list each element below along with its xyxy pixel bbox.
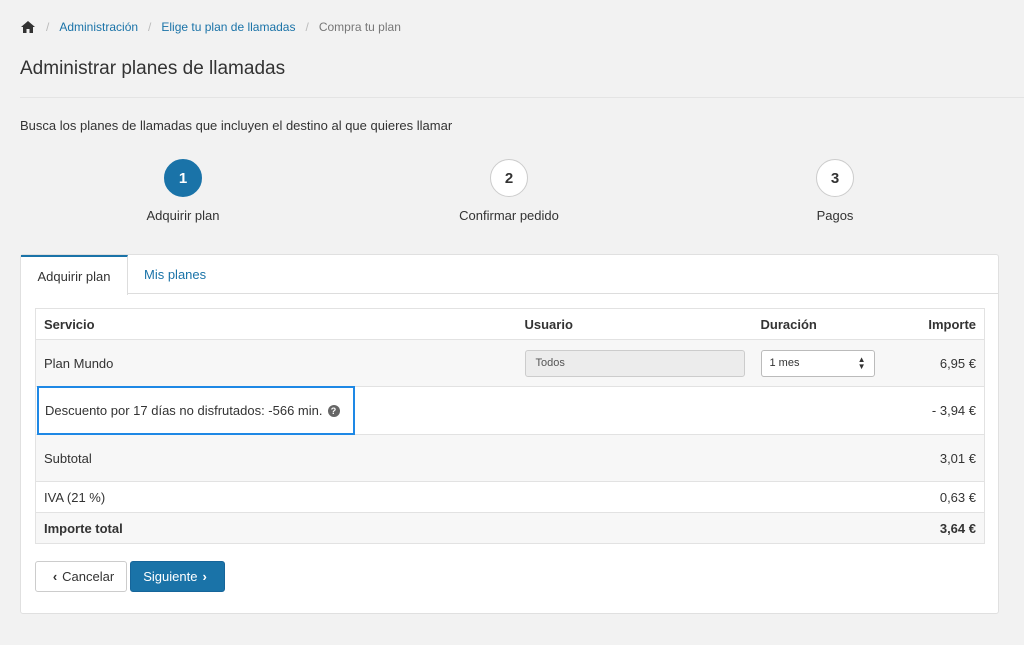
header-duracion: Duración — [752, 308, 883, 340]
iva-label: IVA (21 %) — [35, 481, 883, 513]
step-3: 3 Pagos — [745, 159, 925, 223]
home-icon[interactable] — [20, 20, 36, 34]
question-circle-icon[interactable]: ? — [327, 404, 340, 417]
user-field-value: Todos — [535, 357, 565, 369]
discount-highlight: Descuento por 17 días no disfrutados: -5… — [37, 386, 355, 435]
breadcrumb-separator: / — [148, 20, 152, 34]
step-3-label: Pagos — [816, 208, 854, 223]
table-row: Descuento por 17 días no disfrutados: -5… — [35, 386, 985, 435]
duration-select[interactable]: 1 mes ▲ ▼ — [760, 349, 875, 377]
breadcrumb-elige-plan[interactable]: Elige tu plan de llamadas — [161, 20, 295, 34]
header-servicio: Servicio — [35, 308, 517, 340]
step-2-label: Confirmar pedido — [459, 208, 559, 223]
cancel-button[interactable]: ‹ Cancelar — [35, 561, 127, 592]
subtotal-importe: 3,01 € — [882, 434, 985, 482]
step-2: 2 Confirmar pedido — [419, 159, 599, 223]
plan-table: Servicio Usuario Duración Importe Plan M… — [35, 308, 985, 544]
table-row: Subtotal 3,01 € — [35, 434, 985, 482]
step-1-label: Adquirir plan — [146, 208, 220, 223]
iva-importe: 0,63 € — [882, 481, 985, 513]
step-3-circle: 3 — [816, 159, 854, 197]
user-field: Todos — [524, 349, 745, 377]
tab-bar: Adquirir plan Mis planes — [21, 255, 998, 295]
chevron-left-icon: ‹ — [52, 569, 58, 584]
step-1: 1 Adquirir plan — [93, 159, 273, 223]
chevron-right-icon: › — [202, 569, 207, 584]
breadcrumb-administracion[interactable]: Administración — [59, 20, 138, 34]
table-header-row: Servicio Usuario Duración Importe — [35, 308, 985, 340]
breadcrumb: / Administración / Elige tu plan de llam… — [20, 17, 401, 37]
plan-name: Plan Mundo — [35, 339, 517, 387]
breadcrumb-separator: / — [305, 20, 309, 34]
title-divider — [20, 97, 1024, 98]
breadcrumb-separator: / — [46, 20, 50, 34]
step-1-circle: 1 — [164, 159, 202, 197]
table-row: IVA (21 %) 0,63 € — [35, 481, 985, 513]
tab-adquirir-plan[interactable]: Adquirir plan — [21, 255, 128, 295]
intro-text: Busca los planes de llamadas que incluye… — [20, 118, 453, 133]
breadcrumb-current: Compra tu plan — [318, 20, 401, 34]
plan-panel: Adquirir plan Mis planes Servicio Usuari… — [20, 254, 999, 614]
subtotal-label: Subtotal — [35, 434, 883, 482]
discount-importe: - 3,94 € — [882, 386, 985, 435]
tab-mis-planes[interactable]: Mis planes — [130, 255, 220, 294]
table-row: Importe total 3,64 € — [35, 512, 985, 544]
table-row: Plan Mundo Todos 1 mes ▲ ▼ 6,95 € — [35, 339, 985, 387]
header-importe: Importe — [882, 308, 985, 340]
select-arrows-icon: ▲ ▼ — [857, 355, 866, 371]
cancel-label: Cancelar — [62, 569, 115, 584]
next-label: Siguiente — [143, 569, 198, 584]
page-title: Administrar planes de llamadas — [20, 58, 286, 79]
duration-value: 1 mes — [769, 357, 800, 369]
discount-label: Descuento por 17 días no disfrutados: -5… — [45, 403, 323, 418]
plan-importe: 6,95 € — [882, 339, 985, 387]
total-importe: 3,64 € — [882, 512, 985, 544]
next-button[interactable]: Siguiente › — [130, 561, 225, 592]
total-label: Importe total — [35, 512, 883, 544]
header-usuario: Usuario — [516, 308, 753, 340]
step-2-circle: 2 — [490, 159, 528, 197]
